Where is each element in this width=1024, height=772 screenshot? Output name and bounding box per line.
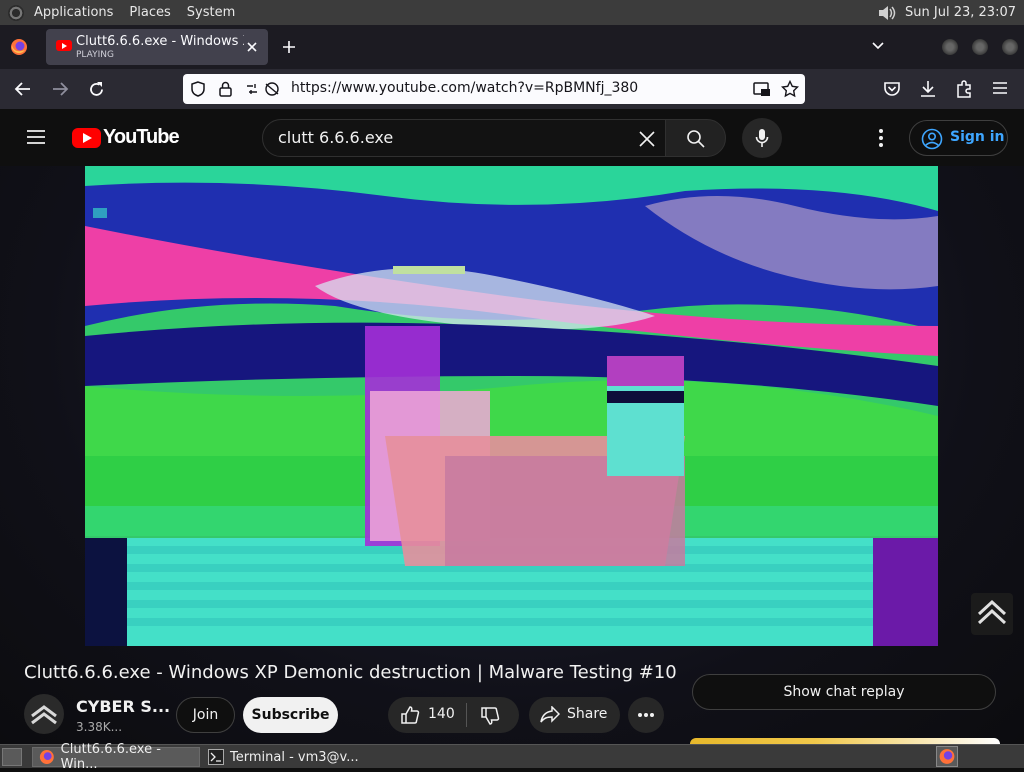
clear-search-icon[interactable]: [638, 130, 656, 148]
double-chevron-up-icon: [977, 599, 1007, 625]
terminal-icon: [208, 749, 224, 765]
microphone-icon: [755, 129, 769, 147]
firefox-menu-icon[interactable]: [10, 38, 28, 56]
search-icon: [687, 130, 705, 148]
search-box[interactable]: [262, 119, 666, 157]
new-tab-icon[interactable]: [282, 40, 296, 54]
gnome-foot-icon[interactable]: [8, 4, 24, 21]
thumbs-up-icon[interactable]: [400, 705, 420, 725]
chevron-rank-icon: [31, 705, 57, 725]
minimize-window-button[interactable]: [942, 39, 958, 55]
search-input[interactable]: [278, 128, 618, 147]
voice-search-button[interactable]: [742, 118, 782, 158]
youtube-logo-text: YouTube: [103, 126, 180, 148]
youtube-masthead: YouTube Sign in: [0, 109, 1024, 166]
back-arrow-icon[interactable]: [14, 81, 32, 97]
picture-in-picture-icon[interactable]: [753, 81, 771, 97]
like-count: 140: [428, 706, 455, 722]
close-tab-icon[interactable]: [246, 41, 258, 53]
video-player[interactable]: [85, 166, 938, 646]
list-all-tabs-icon[interactable]: [871, 41, 885, 51]
sign-in-button[interactable]: Sign in: [909, 120, 1008, 156]
close-window-button[interactable]: [1002, 39, 1018, 55]
taskbar-terminal-label: Terminal - vm3@v...: [230, 749, 359, 765]
system-menu[interactable]: System: [187, 5, 235, 20]
permissions-icon[interactable]: [245, 81, 281, 97]
pocket-icon[interactable]: [883, 81, 901, 97]
extensions-puzzle-icon[interactable]: [955, 80, 973, 98]
search-button[interactable]: [665, 119, 726, 157]
tab-strip: Clutt6.6.6.exe - Windows XP PLAYING: [0, 25, 1024, 69]
forward-arrow-icon: [53, 82, 69, 96]
more-horiz-icon: [638, 713, 654, 717]
hamburger-menu-icon[interactable]: [992, 81, 1008, 95]
workspace-switcher[interactable]: [936, 746, 958, 767]
join-button[interactable]: Join: [176, 697, 235, 733]
glitched-video-frame: [85, 166, 938, 646]
youtube-logo[interactable]: YouTube: [72, 126, 180, 149]
sign-in-label: Sign in: [950, 129, 1005, 145]
tab-active[interactable]: Clutt6.6.6.exe - Windows XP PLAYING: [46, 29, 268, 65]
downloads-icon[interactable]: [919, 80, 937, 98]
places-menu[interactable]: Places: [129, 5, 170, 20]
show-chat-replay-button[interactable]: Show chat replay: [692, 674, 996, 710]
url-text: https://www.youtube.com/watch?v=RpBMNfj_…: [291, 80, 639, 96]
thumbs-down-icon[interactable]: [480, 706, 500, 726]
like-dislike-group: 140: [388, 697, 519, 733]
maximize-window-button[interactable]: [972, 39, 988, 55]
watch-page: Clutt6.6.6.exe - Windows XP Demonic dest…: [0, 166, 1024, 744]
channel-name[interactable]: CYBER S...: [76, 697, 170, 716]
clock[interactable]: Sun Jul 23, 23:07: [905, 5, 1016, 20]
youtube-favicon-icon: [56, 40, 72, 51]
navigation-bar: https://www.youtube.com/watch?v=RpBMNfj_…: [0, 69, 1024, 109]
video-title: Clutt6.6.6.exe - Windows XP Demonic dest…: [24, 662, 677, 683]
firefox-icon: [39, 750, 54, 764]
firefox-workspace-icon: [939, 749, 955, 764]
account-circle-icon: [921, 128, 943, 150]
more-actions-button[interactable]: [628, 697, 664, 733]
url-bar[interactable]: https://www.youtube.com/watch?v=RpBMNfj_…: [183, 74, 805, 104]
taskbar-item-terminal[interactable]: Terminal - vm3@v...: [202, 747, 402, 767]
scroll-top-button[interactable]: [971, 593, 1013, 635]
volume-icon[interactable]: [877, 5, 897, 21]
share-label: Share: [567, 706, 608, 722]
top-panel: Applications Places System Sun Jul 23, 2…: [0, 0, 1024, 25]
share-button[interactable]: Share: [529, 697, 620, 733]
guide-menu-icon[interactable]: [26, 129, 46, 145]
show-desktop-button[interactable]: [2, 748, 22, 766]
tab-playing-label: PLAYING: [76, 50, 114, 60]
bookmark-star-icon[interactable]: [781, 80, 799, 98]
channel-avatar[interactable]: [24, 694, 64, 734]
subscribe-button[interactable]: Subscribe: [243, 697, 338, 733]
subscriber-count: 3.38K...: [76, 720, 123, 734]
taskbar-item-firefox[interactable]: Clutt6.6.6.exe - Win...: [32, 742, 200, 772]
bottom-taskbar: Clutt6.6.6.exe - Win... Terminal - vm3@v…: [0, 742, 1024, 772]
share-arrow-icon: [540, 706, 560, 723]
reload-icon[interactable]: [88, 81, 105, 98]
tab-title: Clutt6.6.6.exe - Windows XP: [76, 34, 244, 49]
tracking-protection-shield-icon[interactable]: [191, 81, 205, 97]
applications-menu[interactable]: Applications: [34, 5, 113, 20]
settings-more-vert-icon[interactable]: [878, 128, 884, 148]
like-divider: [466, 703, 467, 727]
lock-icon[interactable]: [219, 81, 232, 97]
